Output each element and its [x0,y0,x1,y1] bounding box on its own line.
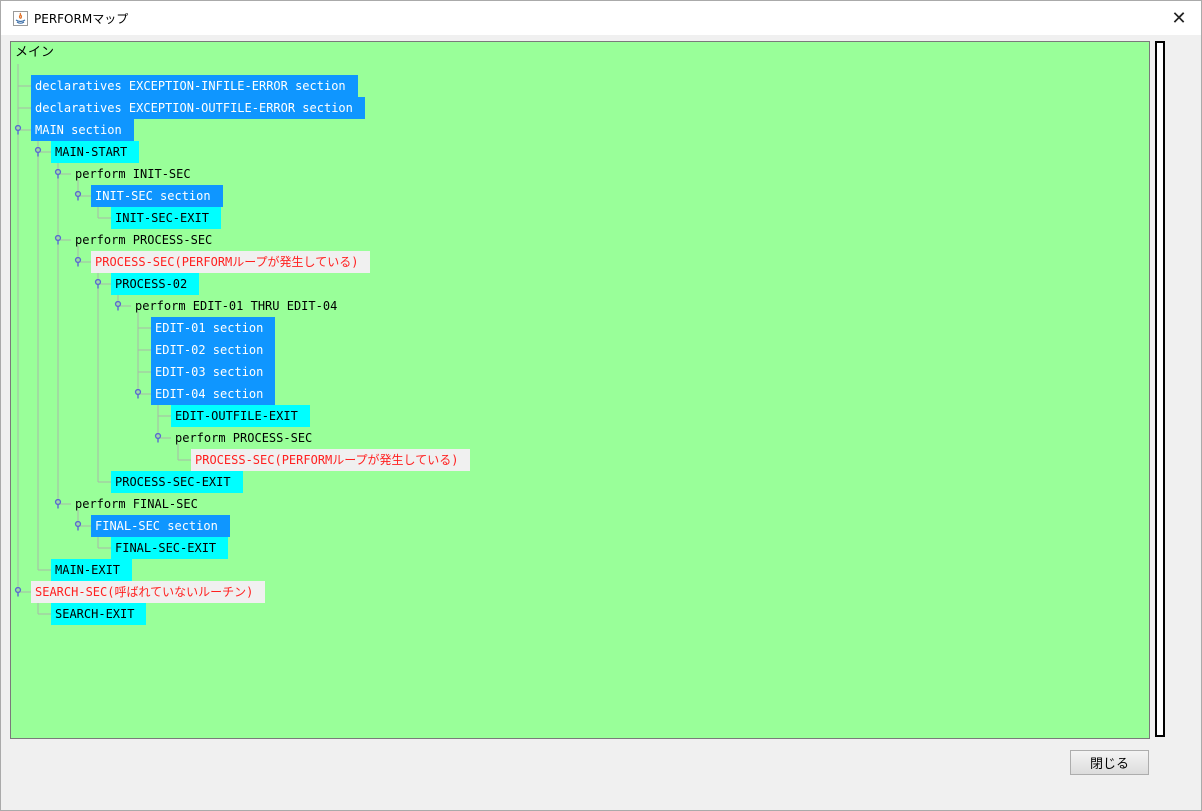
window-title: PERFORMマップ [34,12,129,26]
expand-handle-icon[interactable] [34,147,42,157]
tree-node-err[interactable]: PROCESS-SEC(PERFORMループが発生している) [191,449,471,471]
expand-handle-icon[interactable] [14,587,22,597]
expand-handle-icon[interactable] [134,389,142,399]
expand-handle-icon[interactable] [14,125,22,135]
expand-handle-icon[interactable] [74,257,82,267]
tree-node-para[interactable]: FINAL-SEC-EXIT [111,537,229,559]
tree-node-perf[interactable]: perform PROCESS-SEC [171,427,316,449]
tree-node-err[interactable]: SEARCH-SEC(呼ばれていないルーチン) [31,581,266,603]
vertical-scrollbar[interactable] [1155,41,1165,737]
tree-node-para[interactable]: EDIT-OUTFILE-EXIT [171,405,310,427]
expand-handle-icon[interactable] [54,235,62,245]
perform-tree[interactable]: メイン declaratives EXCEPTION-INFILE-ERROR … [10,41,1150,739]
tree-node-sec[interactable]: INIT-SEC section [91,185,223,207]
expand-handle-icon[interactable] [54,499,62,509]
tree-node-sec[interactable]: EDIT-01 section [151,317,276,339]
java-app-icon [13,11,28,26]
tree-node-perf[interactable]: perform INIT-SEC [71,163,195,185]
window-close-button[interactable]: ✕ [1157,1,1201,35]
tree-node-err[interactable]: PROCESS-SEC(PERFORMループが発生している) [91,251,371,273]
tree-node-para[interactable]: PROCESS-02 [111,273,200,295]
tree-node-sec[interactable]: declaratives EXCEPTION-INFILE-ERROR sect… [31,75,358,97]
tree-node-para[interactable]: INIT-SEC-EXIT [111,207,221,229]
perform-map-window: PERFORMマップ ✕ メイン declaratives EXCEPTION-… [0,0,1202,811]
tree-node-sec[interactable]: declaratives EXCEPTION-OUTFILE-ERROR sec… [31,97,365,119]
tree-node-sec[interactable]: FINAL-SEC section [91,515,230,537]
tree-node-sec[interactable]: EDIT-03 section [151,361,276,383]
title-bar: PERFORMマップ ✕ [1,1,1201,35]
tree-root-main[interactable]: メイン [15,42,58,64]
tree-node-perf[interactable]: perform FINAL-SEC [71,493,202,515]
expand-handle-icon[interactable] [114,301,122,311]
tree-node-para[interactable]: PROCESS-SEC-EXIT [111,471,243,493]
tree-node-para[interactable]: MAIN-EXIT [51,559,133,581]
tree-node-perf[interactable]: perform PROCESS-SEC [71,229,216,251]
expand-handle-icon[interactable] [94,279,102,289]
tree-node-perf[interactable]: perform EDIT-01 THRU EDIT-04 [131,295,341,317]
close-dialog-button[interactable]: 閉じる [1070,750,1149,775]
tree-node-sec[interactable]: EDIT-04 section [151,383,276,405]
tree-node-sec[interactable]: EDIT-02 section [151,339,276,361]
close-icon: ✕ [1171,7,1187,29]
tree-node-para[interactable]: SEARCH-EXIT [51,603,147,625]
expand-handle-icon[interactable] [154,433,162,443]
expand-handle-icon[interactable] [74,521,82,531]
expand-handle-icon[interactable] [54,169,62,179]
tree-node-para[interactable]: MAIN-START [51,141,140,163]
expand-handle-icon[interactable] [74,191,82,201]
tree-node-sec[interactable]: MAIN section [31,119,134,141]
